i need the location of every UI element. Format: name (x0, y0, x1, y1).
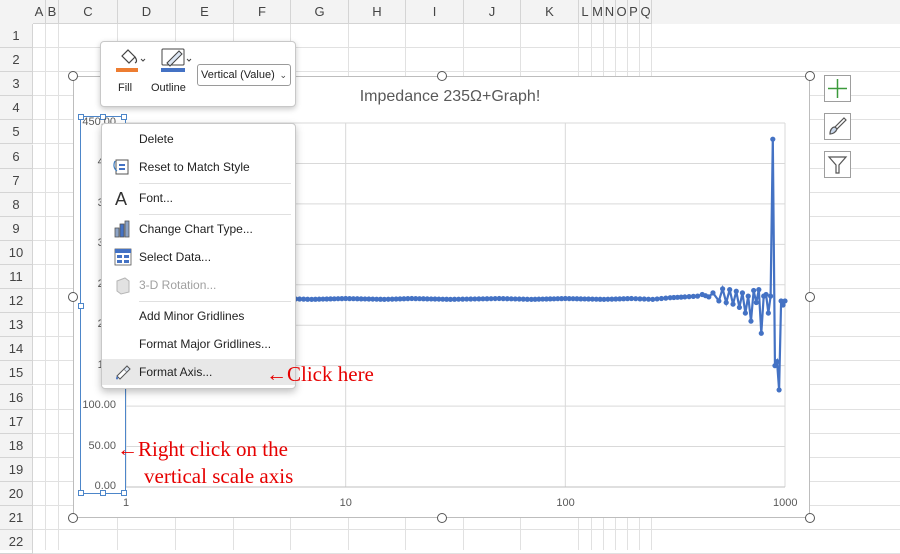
select-data-icon (114, 248, 132, 266)
data-point (710, 290, 716, 296)
font-icon: A (115, 189, 127, 208)
data-point (733, 288, 739, 294)
data-point (776, 387, 782, 393)
axis-selection-handle[interactable] (121, 114, 127, 120)
data-point (720, 286, 726, 292)
context-menu: Delete Reset to Match Style A Font... Ch… (101, 123, 296, 389)
fill-label: Fill (118, 82, 133, 94)
plus-icon (828, 79, 847, 98)
y-tick-label: 100.00 (82, 399, 116, 412)
chart-element-dropdown[interactable]: Vertical (Value) ⌄ (197, 64, 291, 86)
resize-handle[interactable] (437, 71, 447, 81)
data-series (276, 136, 788, 393)
menu-item-select-data[interactable]: Select Data... (102, 244, 295, 270)
menu-item-label: Format Major Gridlines... (139, 337, 272, 351)
data-point (770, 136, 776, 142)
rotation-icon (116, 277, 130, 295)
data-point (716, 298, 722, 304)
data-point (751, 287, 757, 294)
outline-button[interactable] (159, 46, 193, 79)
data-point (753, 299, 759, 306)
series-line (279, 139, 786, 391)
y-tick-label: 0.00 (94, 480, 116, 492)
chart-filters-button[interactable] (824, 151, 851, 178)
click-here-annotation: ←Click here (266, 362, 374, 386)
axis-selection-handle[interactable] (78, 303, 84, 309)
data-point (694, 293, 701, 299)
x-tick-label: 1000 (773, 497, 798, 509)
menu-item-label: Format Axis... (139, 365, 213, 379)
fill-button[interactable] (114, 46, 146, 79)
reset-style-icon (113, 159, 129, 175)
chart-element-value: Vertical (Value) (201, 69, 275, 81)
data-point (742, 310, 748, 316)
outline-color-swatch (161, 68, 185, 72)
resize-handle[interactable] (68, 513, 78, 523)
data-point (706, 294, 712, 300)
resize-handle[interactable] (805, 513, 815, 523)
x-tick-label: 100 (556, 497, 575, 509)
menu-item-label: Change Chart Type... (139, 222, 253, 236)
menu-item-label: Select Data... (139, 250, 212, 264)
menu-item-label: Delete (139, 132, 174, 146)
menu-item-label: 3-D Rotation... (139, 278, 217, 292)
data-point (774, 359, 780, 365)
data-point (748, 318, 754, 324)
data-point (736, 304, 742, 311)
y-tick-label: 50.00 (88, 439, 116, 452)
resize-handle[interactable] (68, 292, 78, 302)
chart-elements-button[interactable] (824, 75, 851, 102)
data-point (723, 299, 729, 306)
data-point (727, 287, 733, 293)
filter-icon (827, 156, 848, 174)
x-tick-label: 10 (339, 497, 352, 509)
menu-separator (139, 214, 291, 215)
data-point (730, 301, 736, 307)
data-point (758, 330, 764, 336)
resize-handle[interactable] (437, 513, 447, 523)
resize-handle[interactable] (805, 292, 815, 302)
paintbrush-icon (829, 117, 847, 135)
chevron-down-icon: ⌄ (279, 70, 287, 80)
outline-pen-icon (161, 48, 192, 72)
menu-item-font[interactable]: A Font... (102, 185, 295, 211)
paint-bucket-icon (116, 49, 146, 72)
menu-item-delete[interactable]: Delete (102, 126, 295, 152)
data-point (745, 293, 751, 299)
menu-item-label: Reset to Match Style (139, 160, 250, 174)
chart-type-icon (114, 220, 130, 238)
data-point (763, 291, 769, 298)
resize-handle[interactable] (68, 71, 78, 81)
data-point (739, 290, 746, 296)
menu-item-format-major-gridlines[interactable]: Format Major Gridlines... (102, 331, 295, 357)
right-click-annotation-line1: ←Right click on the (117, 437, 288, 461)
right-click-annotation-line2: vertical scale axis (144, 464, 294, 488)
svg-text:A: A (115, 189, 127, 208)
menu-item-add-minor-gridlines[interactable]: Add Minor Gridlines (102, 303, 295, 329)
fill-color-swatch (116, 68, 138, 72)
resize-handle[interactable] (805, 71, 815, 81)
outline-label: Outline (151, 82, 186, 94)
data-point (756, 287, 762, 293)
menu-item-label: Add Minor Gridlines (139, 309, 245, 323)
menu-item-label: Font... (139, 191, 174, 205)
chart-styles-button[interactable] (824, 113, 851, 140)
data-point (765, 310, 771, 316)
format-axis-icon (116, 365, 131, 380)
menu-separator (139, 301, 291, 302)
menu-item-reset-to-match-style[interactable]: Reset to Match Style (102, 154, 295, 180)
menu-item-3d-rotation: 3-D Rotation... (102, 272, 295, 298)
menu-separator (139, 183, 291, 184)
format-mini-toolbar: Fill Outline Vertical (Value) ⌄ (100, 41, 296, 107)
menu-item-change-chart-type[interactable]: Change Chart Type... (102, 216, 295, 242)
data-point (782, 298, 788, 304)
x-tick-label: 1 (123, 497, 130, 509)
axis-selection-handle[interactable] (121, 490, 127, 496)
data-point (768, 293, 774, 299)
